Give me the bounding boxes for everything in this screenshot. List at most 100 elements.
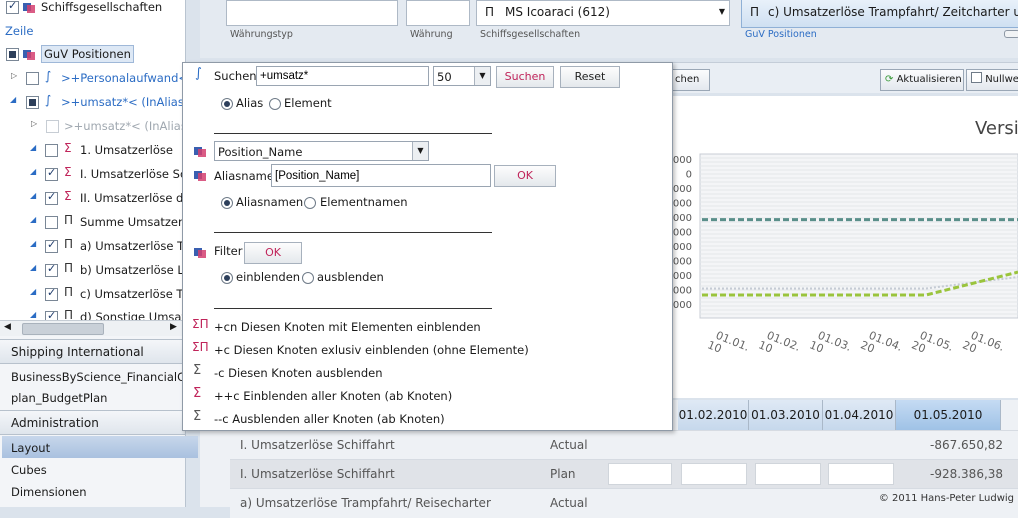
expand-arrow-icon[interactable]: ▷: [11, 71, 17, 80]
sum-product-icon: ΣΠ: [192, 317, 209, 331]
search-button[interactable]: chen: [670, 69, 710, 91]
checkbox[interactable]: [6, 0, 19, 14]
search-button[interactable]: Suchen: [496, 66, 554, 88]
dropdown-arrow-icon[interactable]: ▼: [719, 7, 725, 16]
command-show-with-elements[interactable]: ΣΠ +cn Diesen Knoten mit Elementen einbl…: [183, 317, 672, 339]
nav-header-shipping[interactable]: Shipping International: [0, 339, 185, 364]
divider: [214, 133, 492, 134]
checkbox[interactable]: [26, 96, 39, 109]
nav-item-layout[interactable]: Layout: [2, 436, 198, 458]
checkbox[interactable]: [45, 238, 58, 253]
tree-item[interactable]: ◢ Π a) Umsatzerlöse Tra: [0, 235, 185, 257]
dropdown-arrow-icon[interactable]: ▼: [412, 142, 428, 160]
x-tick-label: 01.01.10: [706, 329, 752, 356]
tree-item[interactable]: ◢ Σ 1. Umsatzerlöse: [0, 139, 185, 161]
table-row[interactable]: I. Umsatzerlöse Schiffahrt Plan -928.386…: [230, 459, 1018, 489]
collapse-arrow-icon[interactable]: ◢: [30, 215, 36, 224]
dropdown-arrow-icon[interactable]: ▼: [474, 67, 490, 85]
collapse-arrow-icon[interactable]: ◢: [30, 310, 36, 319]
column-header[interactable]: 01.05.2010: [896, 400, 1001, 430]
nav-item-budget-plan[interactable]: plan_BudgetPlan: [11, 391, 107, 405]
plan-input[interactable]: [608, 463, 672, 485]
nav-item-dimensionen[interactable]: Dimensionen: [11, 485, 87, 499]
toggle-handle[interactable]: [1004, 30, 1018, 38]
element-radio[interactable]: [269, 98, 281, 110]
checkbox[interactable]: [45, 144, 58, 157]
nav-item-financial-cube[interactable]: BusinessByScience_FinancialCub: [11, 370, 200, 384]
nav-item-cubes[interactable]: Cubes: [11, 463, 47, 477]
ausblenden-radio[interactable]: [302, 272, 314, 284]
filter-label: Schiffsgesellschaften: [480, 29, 581, 40]
row-type: Actual: [550, 496, 588, 510]
einblenden-radio[interactable]: [221, 272, 233, 284]
tree-item[interactable]: ◢ Σ I. Umsatzerlöse Sch: [0, 163, 185, 185]
filter-label: Währungstyp: [230, 29, 293, 40]
ship-company-select[interactable]: Π MS Icoaraci (612) ▼: [476, 0, 730, 26]
collapse-arrow-icon[interactable]: ◢: [30, 287, 36, 296]
checkbox[interactable]: [45, 166, 58, 181]
plan-input[interactable]: [828, 463, 894, 485]
checkbox[interactable]: [971, 72, 982, 83]
command-show-all[interactable]: Σ ++c Einblenden aller Knoten (ab Knoten…: [183, 386, 672, 408]
tree-item[interactable]: ◢ ∫ >+umsatz*< (InAlias): [0, 91, 185, 113]
collapse-arrow-icon[interactable]: ◢: [30, 167, 36, 176]
command-show-exclusive[interactable]: ΣΠ +c Diesen Knoten exlusiv einblenden (…: [183, 340, 672, 362]
expand-arrow-icon[interactable]: ▷: [31, 119, 37, 128]
command-hide-node[interactable]: Σ -c Diesen Knoten ausblenden: [183, 363, 672, 385]
column-header[interactable]: 01.03.2010: [749, 400, 823, 430]
select-value: Position_Name: [218, 145, 303, 159]
sum-icon: Σ: [64, 189, 72, 203]
scroll-left-icon[interactable]: ◀: [4, 322, 11, 332]
aliasname-input[interactable]: [271, 164, 491, 187]
nav-header-administration[interactable]: Administration: [0, 410, 185, 435]
command-hide-all[interactable]: Σ --c Ausblenden aller Knoten (ab Knoten…: [183, 409, 672, 431]
collapse-arrow-icon[interactable]: ◢: [30, 191, 36, 200]
tree-item[interactable]: ◢ Π d) Sonstige Umsatz: [0, 306, 185, 320]
filter-ok-button[interactable]: OK: [244, 242, 302, 264]
checkbox[interactable]: [45, 262, 58, 277]
horizontal-scrollbar[interactable]: ◀ ▶: [0, 320, 185, 336]
checkbox[interactable]: [46, 120, 59, 133]
refresh-button[interactable]: ⟳ Aktualisieren: [880, 69, 964, 91]
elementnamen-radio[interactable]: [304, 197, 316, 209]
collapse-arrow-icon[interactable]: ◢: [10, 95, 16, 104]
collapse-arrow-icon[interactable]: ◢: [30, 263, 36, 272]
tree-item[interactable]: ▷ ∫ >+Personalaufwand<: [0, 67, 185, 89]
checkbox[interactable]: [26, 72, 39, 85]
collapse-arrow-icon[interactable]: ◢: [30, 143, 36, 152]
table-row[interactable]: I. Umsatzerlöse Schiffahrt Actual -867.6…: [230, 430, 1018, 460]
tree-item-schiffsgesellschaften[interactable]: Schiffsgesellschaften: [0, 0, 185, 18]
plan-input[interactable]: [681, 463, 747, 485]
checkbox[interactable]: [45, 286, 58, 301]
tree-item[interactable]: ◢ Π c) Umsatzerlöse Tra: [0, 283, 185, 305]
y-tick-label: 000: [673, 286, 692, 297]
reset-button[interactable]: Reset: [560, 66, 620, 88]
alias-ok-button[interactable]: OK: [494, 165, 556, 187]
currency-type-field[interactable]: [226, 0, 398, 26]
position-select[interactable]: Position_Name ▼: [214, 141, 429, 161]
null-values-toggle[interactable]: Nullwer: [966, 69, 1018, 91]
collapse-arrow-icon[interactable]: ◢: [30, 239, 36, 248]
tree-item[interactable]: ◢ Π Summe Umsatzerl: [0, 211, 185, 233]
aliasnamen-radio[interactable]: [221, 197, 233, 209]
column-header[interactable]: 01.02.2010: [678, 400, 749, 430]
search-input[interactable]: [256, 66, 429, 86]
tree-item[interactable]: ◢ Σ II. Umsatzerlöse de: [0, 187, 185, 209]
tree-item-guv-positionen[interactable]: GuV Positionen: [0, 43, 185, 65]
scrollbar-thumb[interactable]: [22, 323, 104, 335]
tree-item[interactable]: ◢ Π b) Umsatzerlöse Lir: [0, 259, 185, 281]
plan-input[interactable]: [755, 463, 821, 485]
nav-header-label: Administration: [11, 416, 99, 430]
checkbox[interactable]: [45, 216, 58, 229]
checkbox[interactable]: [45, 309, 58, 320]
guv-position-select[interactable]: Π c) Umsatzerlöse Trampfahrt/ Zeitcharte…: [741, 0, 1018, 28]
alias-radio[interactable]: [221, 98, 233, 110]
function-icon: ∫: [45, 93, 52, 107]
tree-item[interactable]: ▷ >+umsatz*< (InAlias): [0, 115, 185, 137]
checkbox[interactable]: [45, 190, 58, 205]
result-count-select[interactable]: 50 ▼: [433, 66, 491, 86]
scroll-right-icon[interactable]: ▶: [170, 322, 177, 332]
column-header[interactable]: 01.04.2010: [823, 400, 896, 430]
checkbox[interactable]: [6, 48, 19, 61]
currency-field[interactable]: [406, 0, 470, 26]
